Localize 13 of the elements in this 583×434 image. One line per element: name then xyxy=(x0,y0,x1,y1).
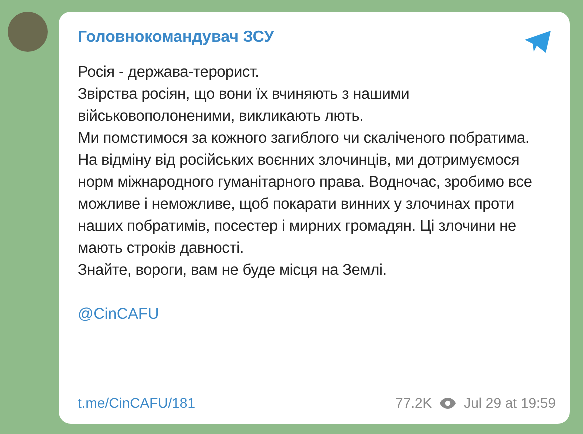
message-paragraph: Звірства росіян, що вони їх вчиняють з нашими військовополоненими, викликають лють. xyxy=(78,85,411,127)
eye-icon xyxy=(440,398,456,409)
channel-name[interactable]: Головнокомандувач ЗСУ xyxy=(78,27,274,49)
paper-plane-icon[interactable] xyxy=(524,30,552,54)
view-count: 77.2K xyxy=(396,394,432,413)
message-paragraph: Знайте, вороги, вам не буде місця на Землі. xyxy=(78,261,388,281)
signature-link[interactable]: @CinCAFU xyxy=(78,304,556,326)
post-link[interactable]: t.me/CinCAFU/181 xyxy=(78,393,196,414)
message-paragraph: Ми помстимося за кожного загиблого чи скаліченого побратима. xyxy=(78,129,531,149)
avatar-photo-placeholder xyxy=(8,12,48,52)
message-paragraph: На відміну від російських воєнних злочинців, ми дотримуємося норм міжнародного гуманітарного права. Водночас, зробимо все можливе і неможливе, щоб покарати винних у злочинах проти наших побратимів, посестер і мирних громадян. Ці злочини не мають строків давності. xyxy=(78,151,534,259)
post-date: Jul 29 at 19:59 xyxy=(464,394,556,413)
message-paragraph: Росія - держава-терорист. xyxy=(78,63,260,83)
